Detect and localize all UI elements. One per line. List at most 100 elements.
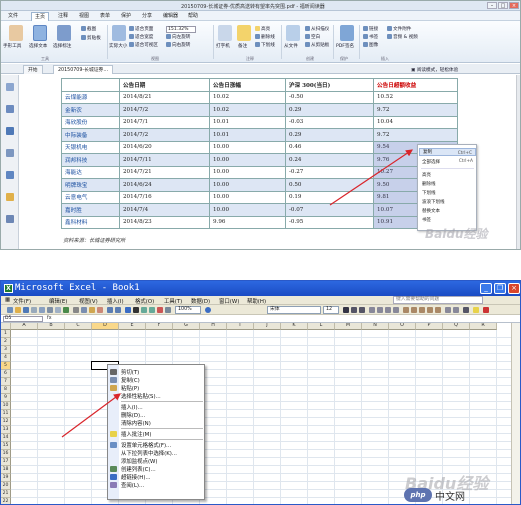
table-cell[interactable]: 10.02 <box>209 103 286 117</box>
column-header[interactable]: B <box>38 323 65 330</box>
context-menu-item[interactable]: 从下拉列表中选择(K)... <box>121 449 177 457</box>
save-icon[interactable] <box>23 307 29 313</box>
font-color-icon[interactable] <box>483 307 489 313</box>
excel-app-icon[interactable]: ▦ <box>5 297 10 303</box>
column-header[interactable]: O <box>389 323 416 330</box>
bold-icon[interactable] <box>343 307 349 313</box>
row-header[interactable]: 6 <box>1 370 11 378</box>
table-cell[interactable]: 10.00 <box>209 140 286 154</box>
menu-item-copy[interactable]: 复制 Ctrl+C <box>419 148 476 156</box>
zoom-input[interactable]: 151.32% <box>166 26 196 33</box>
table-cell[interactable]: 2014/6/24 <box>119 178 210 192</box>
table-cell[interactable]: 明牌珠宝 <box>61 178 120 192</box>
tab-home[interactable]: 主页 <box>31 12 50 21</box>
row-header[interactable]: 1 <box>1 330 11 338</box>
decrease-indent-icon[interactable] <box>445 307 451 313</box>
select-text-icon[interactable] <box>33 25 47 41</box>
bookmark-button[interactable]: 书签 <box>363 34 378 41</box>
layers-icon[interactable] <box>6 127 14 135</box>
table-cell[interactable]: 鑫科材料 <box>61 215 120 229</box>
context-menu-item[interactable]: 插入批注(M) <box>121 430 151 438</box>
underline-button[interactable]: 下划线 <box>255 42 275 49</box>
blank-button[interactable]: 空白 <box>305 34 320 41</box>
table-cell[interactable]: 0.50 <box>285 178 374 192</box>
select-annot-icon[interactable] <box>57 25 71 41</box>
highlight-button[interactable]: 高亮 <box>255 26 270 33</box>
column-header[interactable]: L <box>308 323 335 330</box>
table-cell[interactable]: -0.50 <box>285 90 374 104</box>
minimize-icon[interactable]: _ <box>480 283 492 294</box>
align-left-icon[interactable] <box>369 307 375 313</box>
menu-data[interactable]: 数据(D) <box>191 297 210 305</box>
table-cell[interactable]: 2014/8/23 <box>119 215 210 229</box>
row-header[interactable]: 7 <box>1 378 11 386</box>
comments-icon[interactable] <box>6 149 14 157</box>
tab-editor[interactable]: 编辑器 <box>160 12 181 21</box>
vertical-scrollbar[interactable] <box>511 323 520 504</box>
tab-comment[interactable]: 注释 <box>55 12 71 21</box>
decrease-decimal-icon[interactable] <box>435 307 441 313</box>
table-cell[interactable]: 10.01 <box>209 128 286 142</box>
context-menu-item[interactable]: 超链接(H)... <box>121 473 151 481</box>
from-file-icon[interactable] <box>286 25 300 41</box>
menu-file[interactable]: 文件(F) <box>13 297 31 305</box>
column-header[interactable]: N <box>362 323 389 330</box>
comma-icon[interactable] <box>419 307 425 313</box>
column-header[interactable]: D <box>92 323 119 330</box>
minimize-icon[interactable]: – <box>487 2 497 9</box>
menu-item-squiggly[interactable]: 波浪下划线 <box>422 199 445 205</box>
column-header[interactable]: Q <box>443 323 470 330</box>
row-header[interactable]: 15 <box>1 442 11 450</box>
row-header[interactable]: 2 <box>1 338 11 346</box>
column-header[interactable]: J <box>254 323 281 330</box>
table-cell[interactable]: 0.24 <box>285 153 374 167</box>
hand-tool-icon[interactable] <box>9 25 23 41</box>
row-header[interactable]: 22 <box>1 498 11 504</box>
row-header[interactable]: 19 <box>1 474 11 482</box>
column-header[interactable]: A <box>11 323 38 330</box>
table-cell[interactable]: 2014/6/20 <box>119 140 210 154</box>
typewriter-icon[interactable] <box>218 25 232 41</box>
menu-view[interactable]: 视图(V) <box>79 297 98 305</box>
context-menu-item[interactable]: 添加监视点(W) <box>121 457 158 465</box>
row-header[interactable]: 14 <box>1 434 11 442</box>
fit-visible-button[interactable]: 适合可视区 <box>129 42 158 49</box>
menu-edit[interactable]: 编辑(E) <box>49 297 67 305</box>
column-header[interactable]: K <box>281 323 308 330</box>
rotate-right-button[interactable]: 向右旋转 <box>166 42 190 49</box>
row-header[interactable]: 20 <box>1 482 11 490</box>
tab-form[interactable]: 表单 <box>97 12 113 21</box>
context-menu-item[interactable]: 剪切(T) <box>121 368 139 376</box>
italic-icon[interactable] <box>351 307 357 313</box>
paste-icon[interactable] <box>89 307 95 313</box>
context-menu-item[interactable]: 删除(D)... <box>121 411 145 419</box>
print-icon[interactable] <box>47 307 53 313</box>
align-right-icon[interactable] <box>385 307 391 313</box>
select-all-corner[interactable] <box>1 323 11 330</box>
table-cell[interactable]: -0.03 <box>285 115 374 129</box>
undo-icon[interactable] <box>107 307 113 313</box>
column-header[interactable]: M <box>335 323 362 330</box>
menu-item-strikeout[interactable]: 删除线 <box>422 181 436 187</box>
reading-mode-notice[interactable]: ▣ 阅读模式，轻松体验 <box>411 67 458 73</box>
row-header[interactable]: 18 <box>1 466 11 474</box>
table-cell[interactable]: 嘉时胜 <box>61 203 120 217</box>
column-header[interactable]: G <box>173 323 200 330</box>
fit-width-button[interactable]: 适合宽度 <box>129 34 153 41</box>
hyperlink-icon[interactable] <box>125 307 131 313</box>
table-cell[interactable]: 9.72 <box>373 103 458 117</box>
fill-color-icon[interactable] <box>473 307 479 313</box>
help-icon[interactable] <box>205 307 211 313</box>
table-cell[interactable]: 10.00 <box>209 190 286 204</box>
percent-icon[interactable] <box>411 307 417 313</box>
fit-page-button[interactable]: 适合页面 <box>129 26 153 33</box>
cut-icon[interactable] <box>73 307 79 313</box>
autosum-icon[interactable] <box>133 307 139 313</box>
table-cell[interactable]: 10.04 <box>373 115 458 129</box>
context-menu-item[interactable]: 选择性粘贴(S)... <box>121 392 161 400</box>
name-box[interactable]: D5 <box>3 316 43 322</box>
row-header[interactable]: 5 <box>1 362 11 370</box>
table-cell[interactable]: 10.00 <box>209 178 286 192</box>
table-cell[interactable]: 0.19 <box>285 190 374 204</box>
chart-wizard-icon[interactable] <box>157 307 163 313</box>
